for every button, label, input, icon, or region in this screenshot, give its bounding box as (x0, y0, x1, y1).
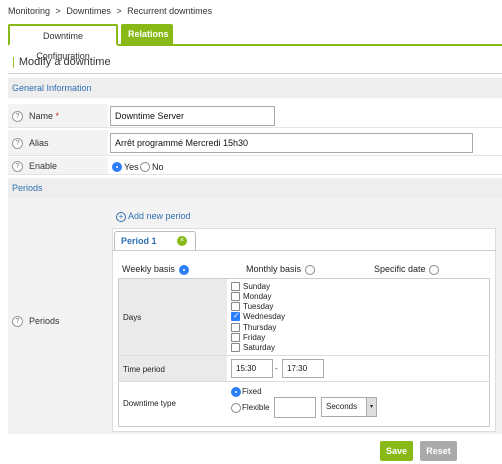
monthly-basis-radio[interactable] (305, 265, 315, 275)
enable-row: ? Enable (8, 157, 502, 175)
required-marker: * (55, 111, 60, 121)
help-icon[interactable]: ? (12, 111, 23, 122)
day-checkbox-friday[interactable] (231, 333, 240, 342)
save-button[interactable]: Save (380, 441, 413, 461)
days-label-cell: Days (119, 279, 227, 355)
enable-yes-label[interactable]: Yes (124, 162, 139, 172)
tab-relations[interactable]: Relations (121, 24, 173, 46)
alias-input[interactable]: Arrêt programmé Mercredi 15h30 (110, 133, 473, 153)
period-tab-divider (112, 250, 496, 251)
enable-no-label[interactable]: No (152, 162, 164, 172)
downtime-fixed-radio[interactable] (231, 387, 241, 397)
duration-unit-select[interactable]: Seconds ▾ (321, 397, 377, 417)
day-label-tuesday[interactable]: Tuesday (243, 302, 273, 311)
day-checkbox-thursday[interactable] (231, 323, 240, 332)
time-period-label-cell: Time period (119, 356, 227, 381)
day-checkbox-monday[interactable] (231, 292, 240, 301)
time-separator: - (275, 364, 278, 373)
day-checkbox-saturday[interactable] (231, 343, 240, 352)
tab-bar: Downtime Configuration Relations (8, 24, 502, 61)
day-label-sunday[interactable]: Sunday (243, 282, 270, 291)
duration-input[interactable] (274, 397, 316, 418)
enable-yes-radio[interactable] (112, 162, 122, 172)
breadcrumb-downtimes[interactable]: Downtimes (66, 6, 111, 16)
downtime-flexible-label[interactable]: Flexible (242, 403, 270, 412)
close-icon[interactable]: × (177, 236, 187, 246)
help-icon[interactable]: ? (12, 138, 23, 149)
day-label-saturday[interactable]: Saturday (243, 343, 275, 352)
duration-unit-value: Seconds (326, 402, 358, 411)
breadcrumb-separator: > (55, 6, 61, 16)
section-periods: Periods (8, 178, 502, 198)
title-bar-decoration: | (12, 56, 15, 68)
alias-label-cell (8, 130, 108, 155)
weekly-basis-label[interactable]: Weekly basis (122, 264, 175, 274)
day-checkbox-wednesday[interactable] (231, 311, 240, 321)
enable-label: Enable (29, 161, 58, 171)
downtime-type-label-cell: Downtime type (119, 382, 227, 426)
downtime-type-label: Downtime type (123, 399, 176, 408)
add-new-period-label: Add new period (128, 211, 191, 221)
day-label-monday[interactable]: Monday (243, 292, 271, 301)
periods-label: Periods (29, 316, 60, 326)
weekly-basis-radio[interactable] (179, 265, 189, 275)
section-general-information: General Information (8, 78, 502, 98)
tab-downtime-configuration[interactable]: Downtime Configuration (8, 24, 118, 61)
name-label: Name * (29, 111, 59, 121)
breadcrumb-recurrent-downtimes[interactable]: Recurrent downtimes (127, 6, 212, 16)
day-checkbox-sunday[interactable] (231, 282, 240, 291)
specific-date-label[interactable]: Specific date (374, 264, 426, 274)
help-icon[interactable]: ? (12, 316, 23, 327)
breadcrumb-separator: > (116, 6, 122, 16)
page-title: | Modify a downtime (12, 56, 111, 68)
downtime-fixed-label[interactable]: Fixed (242, 387, 262, 396)
time-from-input[interactable]: 15:30 (231, 359, 273, 378)
chevron-down-icon: ▾ (366, 398, 376, 416)
day-checkbox-tuesday[interactable] (231, 302, 240, 311)
reset-button[interactable]: Reset (420, 441, 457, 461)
day-label-friday[interactable]: Friday (243, 333, 265, 342)
alias-label: Alias (29, 138, 49, 148)
page-title-text: Modify a downtime (18, 56, 111, 68)
add-new-period-link[interactable]: + Add new period (116, 211, 191, 222)
breadcrumb: Monitoring > Downtimes > Recurrent downt… (8, 6, 215, 16)
breadcrumb-monitoring[interactable]: Monitoring (8, 6, 50, 16)
specific-date-radio[interactable] (429, 265, 439, 275)
time-to-input[interactable]: 17:30 (282, 359, 324, 378)
day-label-wednesday[interactable]: Wednesday (243, 312, 285, 321)
enable-no-radio[interactable] (140, 162, 150, 172)
days-row: Days (119, 279, 489, 356)
period-tab-1[interactable]: Period 1 × (114, 231, 196, 250)
name-label-text: Name (29, 111, 54, 121)
downtime-flexible-radio[interactable] (231, 403, 241, 413)
period-tab-label: Period 1 (121, 236, 157, 246)
enable-label-cell (8, 157, 108, 174)
time-period-label: Time period (123, 365, 165, 374)
help-icon[interactable]: ? (12, 161, 23, 172)
title-divider (8, 73, 502, 74)
name-input[interactable]: Downtime Server (110, 106, 275, 126)
day-label-thursday[interactable]: Thursday (243, 323, 276, 332)
monthly-basis-label[interactable]: Monthly basis (246, 264, 301, 274)
days-label: Days (123, 313, 142, 322)
add-circle-icon: + (116, 212, 126, 222)
